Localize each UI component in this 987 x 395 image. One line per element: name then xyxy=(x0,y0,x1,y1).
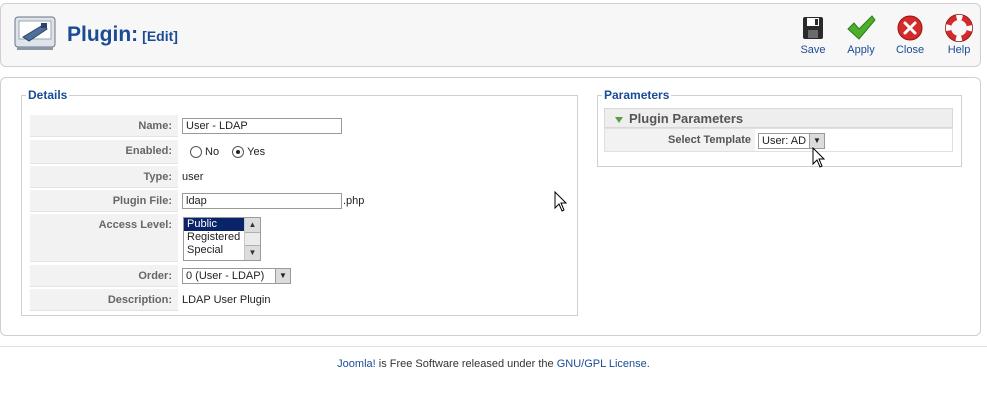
name-label: Name: xyxy=(30,115,178,137)
plugin-parameters-header[interactable]: Plugin Parameters xyxy=(604,108,953,128)
description-label: Description: xyxy=(30,289,178,311)
order-label: Order: xyxy=(30,265,178,287)
name-row: Name: User - LDAP xyxy=(30,115,571,137)
details-panel: Details Name: User - LDAP Enabled: No Ye… xyxy=(21,88,578,316)
close-button[interactable]: Close xyxy=(889,14,931,56)
save-button[interactable]: Save xyxy=(792,14,834,56)
access-level-label: Access Level: xyxy=(30,214,178,262)
help-button[interactable]: Help xyxy=(938,14,980,56)
close-label: Close xyxy=(895,44,925,56)
plugin-manager-icon xyxy=(13,13,57,53)
footer: Joomla! is Free Software released under … xyxy=(0,346,987,370)
parameters-panel: Parameters Plugin Parameters Select Temp… xyxy=(597,88,962,167)
plugin-file-label: Plugin File: xyxy=(30,190,178,212)
enabled-yes-label: Yes xyxy=(247,146,266,158)
parameters-legend: Parameters xyxy=(604,88,670,102)
chevron-down-icon[interactable]: ▼ xyxy=(275,269,290,283)
description-value: LDAP User Plugin xyxy=(182,294,271,306)
select-template-value: User: AD xyxy=(762,135,807,147)
enabled-row: Enabled: No Yes xyxy=(30,140,571,164)
mouse-cursor-icon xyxy=(554,190,568,213)
access-option-public[interactable]: Public xyxy=(184,218,244,231)
enabled-label: Enabled: xyxy=(30,140,178,164)
footer-end: . xyxy=(646,358,650,370)
details-legend: Details xyxy=(28,88,68,102)
enabled-no-radio[interactable] xyxy=(190,146,202,159)
toolbar: Plugin: [Edit] Save Apply Close Help xyxy=(0,3,981,67)
access-level-listbox[interactable]: Public Registered Special ▲ ▼ xyxy=(183,217,261,261)
order-select[interactable]: 0 (User - LDAP) ▼ xyxy=(182,268,291,284)
expand-arrow-icon xyxy=(615,116,623,123)
gpl-license-link[interactable]: GNU/GPL License xyxy=(557,358,647,370)
chevron-down-icon[interactable]: ▼ xyxy=(809,134,824,148)
save-label: Save xyxy=(800,44,826,56)
select-template-row: Select Template User: AD ▼ xyxy=(604,128,953,152)
apply-label: Apply xyxy=(847,44,875,56)
plugin-parameters-title: Plugin Parameters xyxy=(629,111,744,126)
order-value: 0 (User - LDAP) xyxy=(186,270,265,282)
page-subtitle: [Edit] xyxy=(142,28,178,44)
save-icon xyxy=(803,17,823,39)
select-template-label: Select Template xyxy=(605,129,755,151)
plugin-file-input[interactable]: ldap xyxy=(182,193,342,209)
description-row: Description: LDAP User Plugin xyxy=(30,289,571,311)
joomla-link[interactable]: Joomla! xyxy=(337,358,376,370)
type-label: Type: xyxy=(30,166,178,188)
scroll-down-icon[interactable]: ▼ xyxy=(245,245,260,260)
close-icon xyxy=(897,15,923,41)
page-title-text: Plugin: xyxy=(67,23,139,46)
type-value: user xyxy=(182,171,204,183)
page-title: Plugin: [Edit] xyxy=(67,23,178,47)
access-option-registered[interactable]: Registered xyxy=(184,231,244,244)
content-area: Details Name: User - LDAP Enabled: No Ye… xyxy=(0,77,981,336)
lifebuoy-icon xyxy=(945,14,973,42)
access-level-row: Access Level: Public Registered Special … xyxy=(30,214,571,262)
enabled-no-label: No xyxy=(205,146,220,158)
access-option-special[interactable]: Special xyxy=(184,244,244,257)
order-row: Order: 0 (User - LDAP) ▼ xyxy=(30,265,571,287)
access-scrollbar[interactable]: ▲ ▼ xyxy=(244,218,260,260)
checkmark-icon xyxy=(847,15,876,40)
plugin-file-row: Plugin File: ldap .php xyxy=(30,190,571,212)
footer-text: is Free Software released under the xyxy=(375,358,557,370)
enabled-yes-radio[interactable] xyxy=(232,146,245,159)
apply-button[interactable]: Apply xyxy=(840,14,882,56)
type-row: Type: user xyxy=(30,166,571,188)
help-label: Help xyxy=(947,44,971,56)
scroll-up-icon[interactable]: ▲ xyxy=(245,218,260,233)
mouse-cursor-icon xyxy=(812,146,826,169)
plugin-file-suffix: .php xyxy=(343,195,365,207)
name-input[interactable]: User - LDAP xyxy=(182,118,342,134)
